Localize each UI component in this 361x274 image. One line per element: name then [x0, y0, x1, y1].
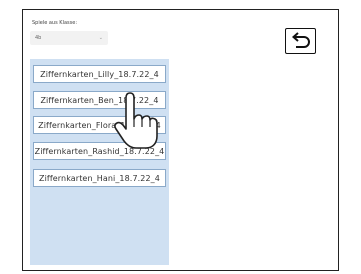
class-dropdown[interactable]: 4b ⌄ — [30, 31, 108, 45]
undo-arrow-icon — [291, 32, 310, 48]
chevron-down-icon: ⌄ — [98, 35, 103, 41]
back-button[interactable] — [285, 28, 316, 54]
pointing-hand-icon — [114, 92, 158, 149]
class-selector-label: Spiele aus Klasse: — [32, 20, 77, 26]
class-dropdown-value: 4b — [35, 35, 42, 41]
game-list-item[interactable]: Ziffernkarten_Lilly_18.7.22_4 — [33, 65, 166, 83]
game-list-item[interactable]: Ziffernkarten_Hani_18.7.22_4 — [33, 169, 166, 187]
